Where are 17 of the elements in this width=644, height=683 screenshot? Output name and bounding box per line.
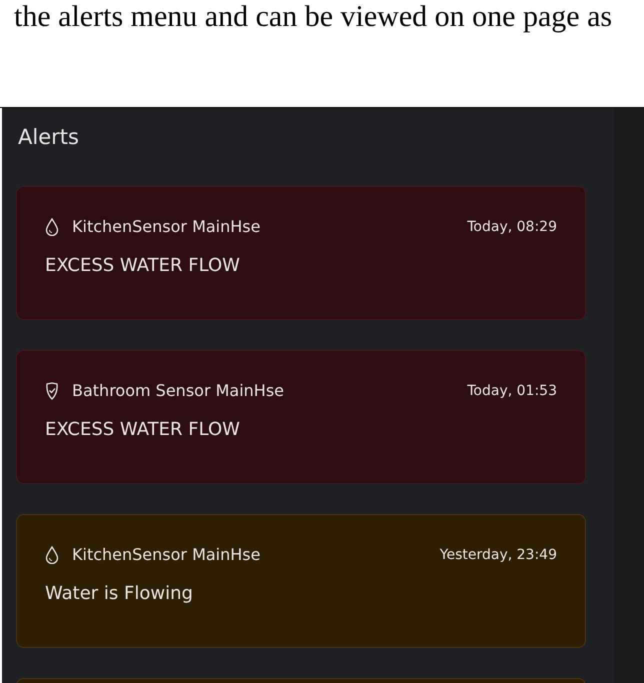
sensor-name: KitchenSensor MainHse bbox=[72, 545, 260, 564]
alert-card[interactable]: Bathroom Sensor MainHse Today, 01:53 EXCESS WATER FLOW bbox=[16, 350, 586, 484]
alert-time: Today, 08:29 bbox=[467, 218, 557, 234]
alert-message: EXCESS WATER FLOW bbox=[45, 255, 241, 276]
alert-message: EXCESS WATER FLOW bbox=[45, 419, 241, 440]
alert-message: Water is Flowing bbox=[45, 583, 194, 604]
shield-check-icon bbox=[45, 382, 59, 400]
panel-title: Alerts bbox=[17, 124, 80, 151]
alert-time: Today, 01:53 bbox=[467, 382, 557, 398]
sensor-name: KitchenSensor MainHse bbox=[72, 217, 260, 236]
document-text: the alerts menu and can be viewed on one page as bbox=[14, 0, 612, 34]
alert-card[interactable]: KitchenSensor MainHse Yesterday, 23:49 Water is Flowing bbox=[16, 514, 586, 648]
sensor-name: Bathroom Sensor MainHse bbox=[72, 381, 284, 400]
alert-time: Yesterday, 23:49 bbox=[440, 546, 557, 562]
water-drop-icon bbox=[45, 218, 59, 236]
alert-card[interactable]: KitchenSensor MainHse Today, 08:29 EXCESS WATER FLOW bbox=[16, 186, 586, 320]
water-drop-icon bbox=[45, 546, 59, 564]
